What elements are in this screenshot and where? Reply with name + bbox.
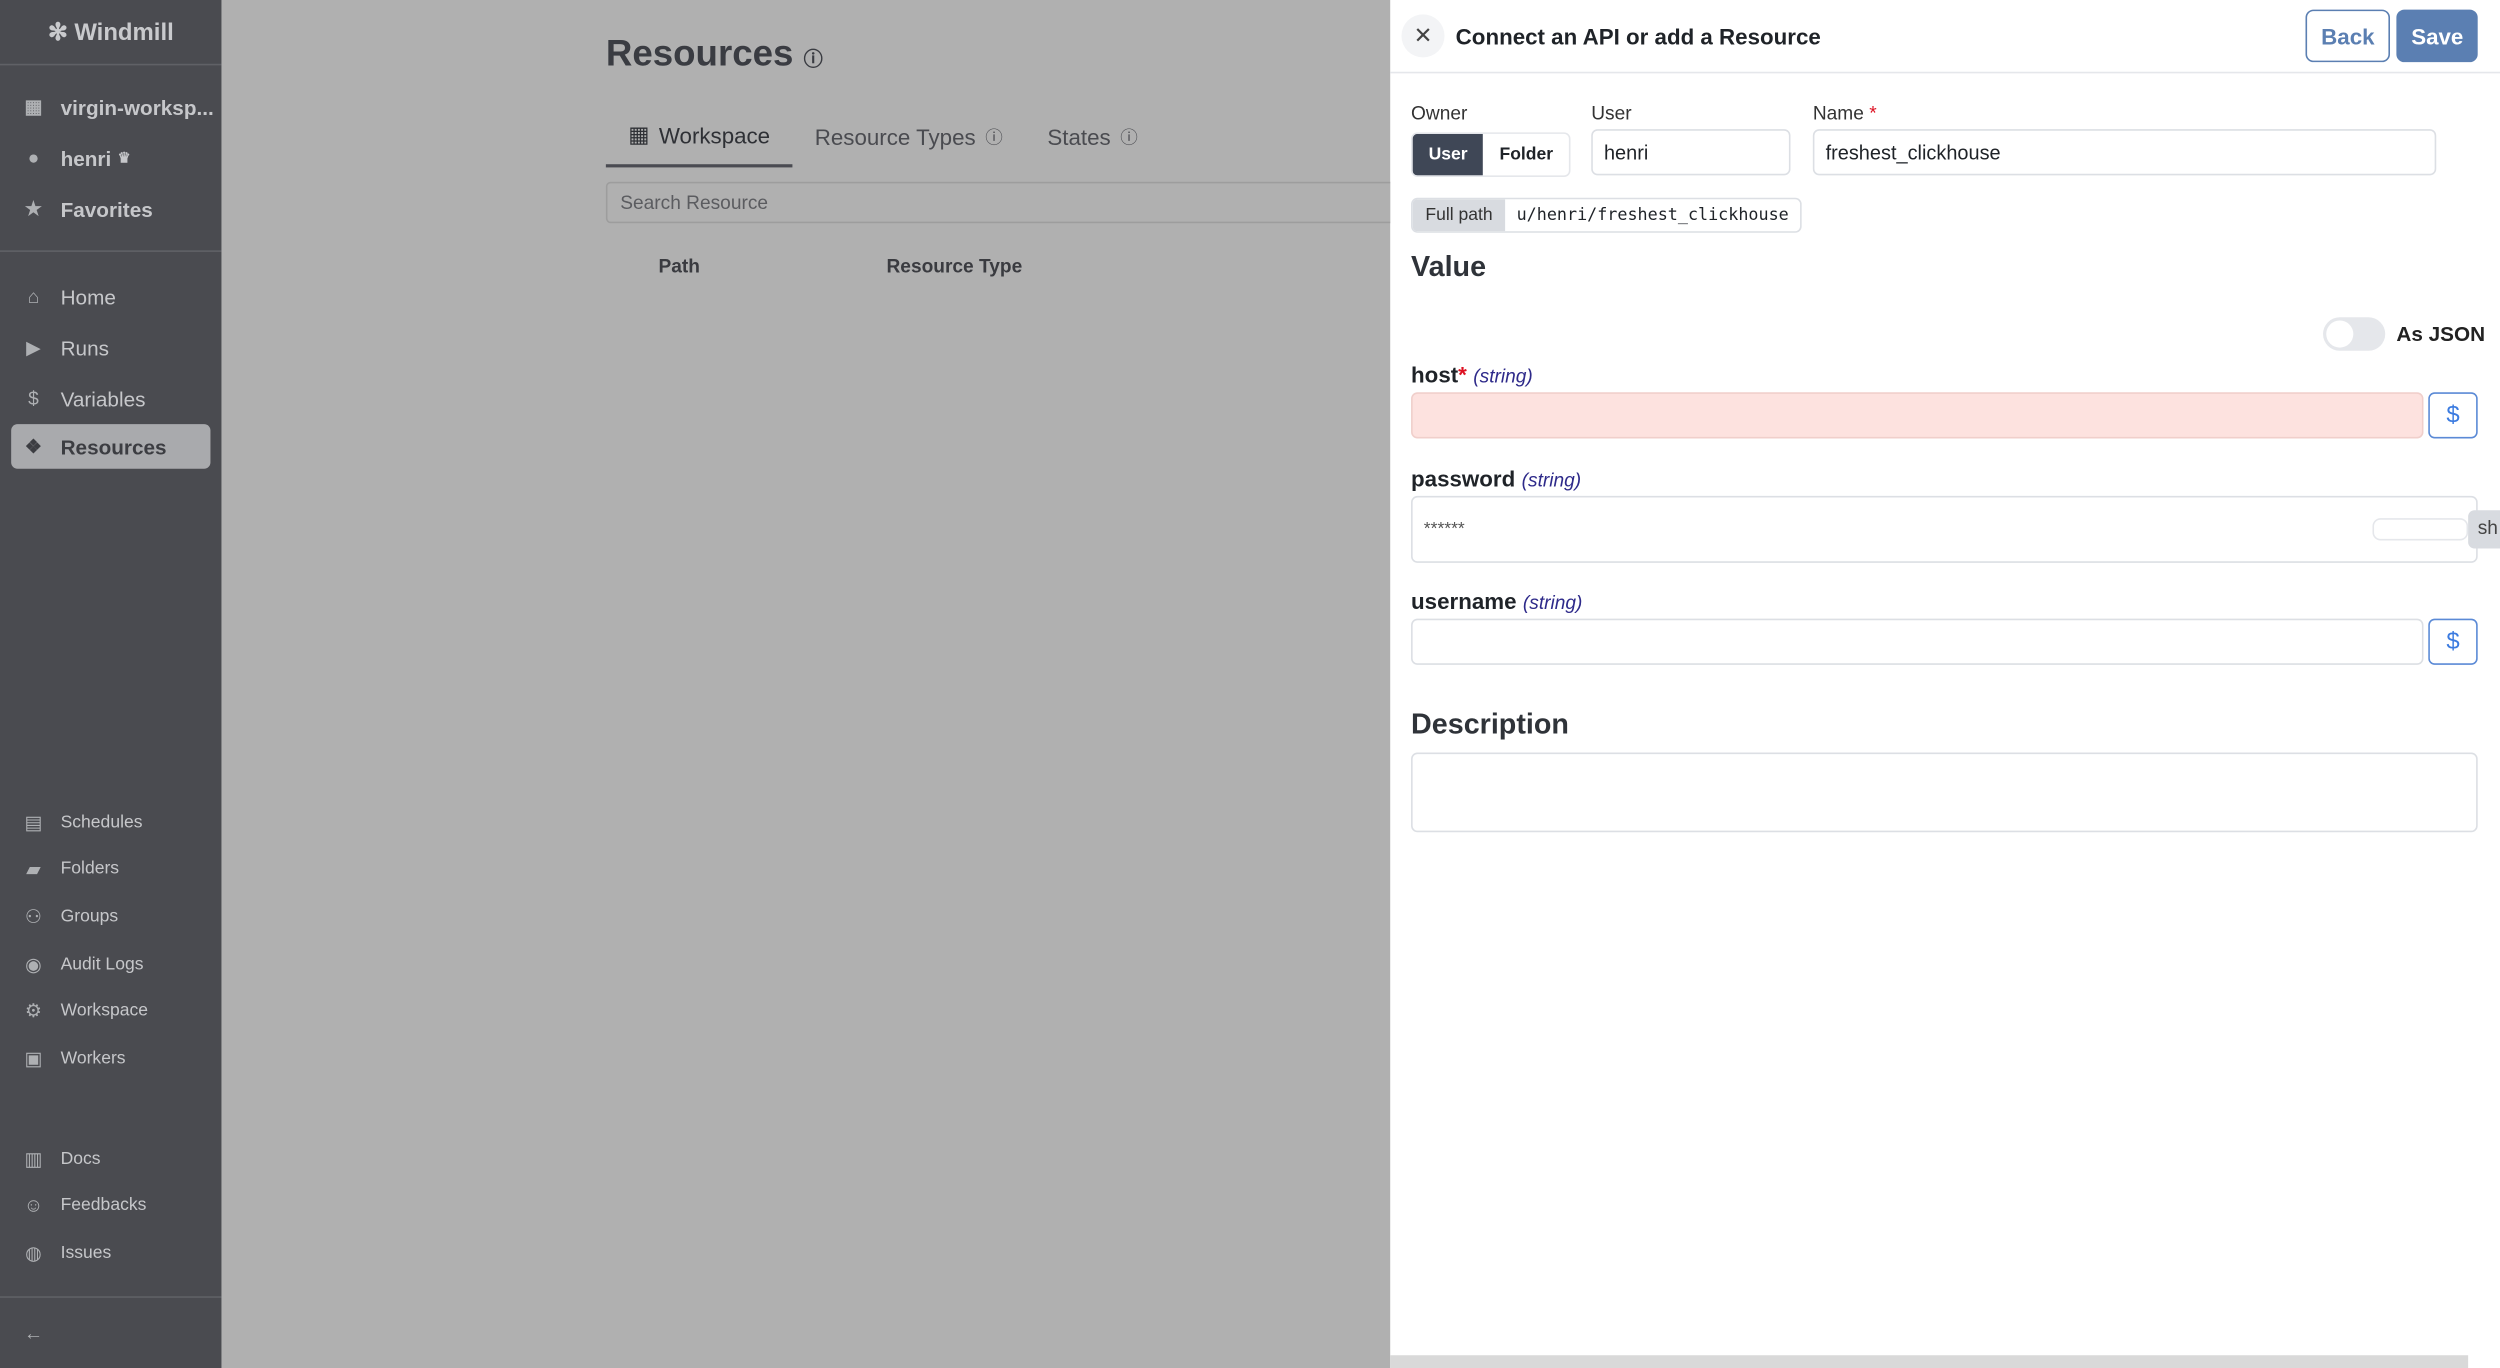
sidebar-link-docs[interactable]: ▥ Docs	[0, 1135, 222, 1182]
sidebar-item-workers[interactable]: ▣ Workers	[0, 1035, 222, 1082]
full-path: Full path u/henri/freshest_clickhouse	[1411, 197, 1802, 233]
column-header-path: Path	[658, 255, 700, 278]
back-button[interactable]: Back	[2305, 9, 2391, 63]
save-button[interactable]: Save	[2396, 9, 2478, 63]
password-inner-input[interactable]	[2372, 518, 2469, 541]
sidebar-item-home[interactable]: ⌂ Home	[0, 271, 222, 322]
home-icon: ⌂	[27, 285, 40, 308]
sidebar-item-resources[interactable]: ❖ Resources	[11, 424, 211, 469]
sidebar-item-groups[interactable]: ⚇ Groups	[0, 893, 222, 940]
sidebar-item-schedules[interactable]: ▤ Schedules	[0, 799, 222, 846]
user-icon: ●	[27, 146, 40, 170]
star-icon: ★	[24, 197, 43, 221]
dollar-icon: $	[28, 387, 39, 410]
tab-states[interactable]: States ⓘ	[1025, 112, 1160, 168]
windmill-logo-icon: ✻	[47, 19, 68, 47]
horizontal-scrollbar[interactable]	[1390, 1355, 2469, 1368]
users-icon: ⚇	[24, 905, 43, 928]
arrow-left-icon: ←	[23, 1321, 44, 1345]
cubes-icon: ❖	[24, 435, 43, 458]
sidebar-link-issues[interactable]: ◍ Issues	[0, 1230, 222, 1277]
host-field[interactable]	[1411, 392, 2424, 439]
password-field[interactable]: ******	[1411, 495, 2478, 563]
owner-folder-option[interactable]: Folder	[1484, 134, 1569, 175]
username-field[interactable]	[1411, 618, 2424, 665]
description-heading: Description	[1411, 707, 1569, 740]
page-title: Resources ⓘ	[605, 31, 823, 74]
host-variable-button[interactable]: $	[2428, 392, 2478, 439]
dollar-icon: $	[2446, 628, 2460, 656]
info-icon: ⓘ	[803, 47, 823, 71]
eye-icon: ◉	[25, 952, 42, 976]
play-icon: ▶	[26, 336, 41, 359]
folder-icon: ▰	[26, 858, 41, 881]
owner-user-option[interactable]: User	[1412, 133, 1484, 176]
robot-icon: ▣	[24, 1047, 43, 1070]
close-icon: ✕	[1413, 22, 1433, 48]
workspace-menu[interactable]: ▦ virgin-worksp...	[0, 81, 222, 132]
user-menu[interactable]: ● henri ♛	[0, 132, 222, 183]
full-path-value: u/henri/freshest_clickhouse	[1516, 205, 1789, 225]
user-label: User	[1591, 102, 1632, 125]
user-field[interactable]: henri	[1591, 129, 1791, 176]
search-input[interactable]: Search Resource	[605, 181, 1404, 224]
sidebar-item-runs[interactable]: ▶ Runs	[0, 322, 222, 373]
value-heading: Value	[1411, 250, 1487, 283]
as-json-toggle[interactable]	[2323, 317, 2386, 351]
sidebar-item-folders[interactable]: ▰ Folders	[0, 846, 222, 893]
sidebar-item-workspace[interactable]: ⚙ Workspace	[0, 988, 222, 1035]
gear-icon: ⚙	[24, 999, 43, 1023]
as-json-label: As JSON	[2396, 322, 2486, 346]
sidebar-item-audit-logs[interactable]: ◉ Audit Logs	[0, 940, 222, 987]
username-variable-button[interactable]: $	[2428, 618, 2478, 665]
full-path-label: Full path	[1412, 199, 1506, 232]
dollar-icon: $	[2446, 401, 2460, 429]
drawer-title: Connect an API or add a Resource	[1455, 23, 1821, 49]
column-header-resource-type: Resource Type	[886, 255, 1023, 278]
info-icon: ⓘ	[1120, 128, 1138, 148]
logo[interactable]: ✻ Windmill	[0, 0, 222, 66]
discord-icon: ☺	[23, 1194, 44, 1218]
github-icon: ◍	[25, 1242, 42, 1265]
book-icon: ▥	[24, 1147, 43, 1170]
sidebar-link-feedbacks[interactable]: ☺ Feedbacks	[0, 1182, 222, 1229]
sidebar: ✻ Windmill ▦ virgin-worksp... ● henri ♛ ★ Fav…	[0, 0, 222, 1368]
main-content: Resources ⓘ ▦ Workspace Resource Types ⓘ S…	[221, 0, 1404, 1368]
owner-toggle: User Folder	[1411, 132, 1571, 177]
info-icon: ⓘ	[985, 128, 1003, 148]
tab-workspace[interactable]: ▦ Workspace	[605, 112, 793, 168]
building-icon: ▦	[628, 121, 650, 147]
tab-resource-types[interactable]: Resource Types ⓘ	[792, 112, 1025, 168]
password-label: password (string)	[1411, 465, 1582, 492]
close-button[interactable]: ✕	[1401, 14, 1445, 58]
name-field[interactable]: freshest_clickhouse	[1812, 129, 2437, 176]
name-label: Name *	[1812, 102, 1877, 125]
resource-drawer: ✕ Connect an API or add a Resource Back …	[1390, 0, 2500, 1368]
favorites-menu[interactable]: ★ Favorites	[0, 183, 222, 234]
username-label: username (string)	[1411, 588, 1583, 614]
sidebar-item-variables[interactable]: $ Variables	[0, 373, 222, 424]
collapse-sidebar-button[interactable]: ←	[0, 1307, 45, 1358]
calendar-icon: ▤	[24, 811, 43, 834]
show-password-button[interactable]: sh	[2468, 510, 2500, 549]
description-field[interactable]	[1411, 752, 2478, 833]
owner-label: Owner	[1411, 102, 1468, 125]
crown-icon: ♛	[117, 149, 131, 166]
host-label: host* (string)	[1411, 361, 1533, 388]
building-icon: ▦	[24, 95, 43, 118]
